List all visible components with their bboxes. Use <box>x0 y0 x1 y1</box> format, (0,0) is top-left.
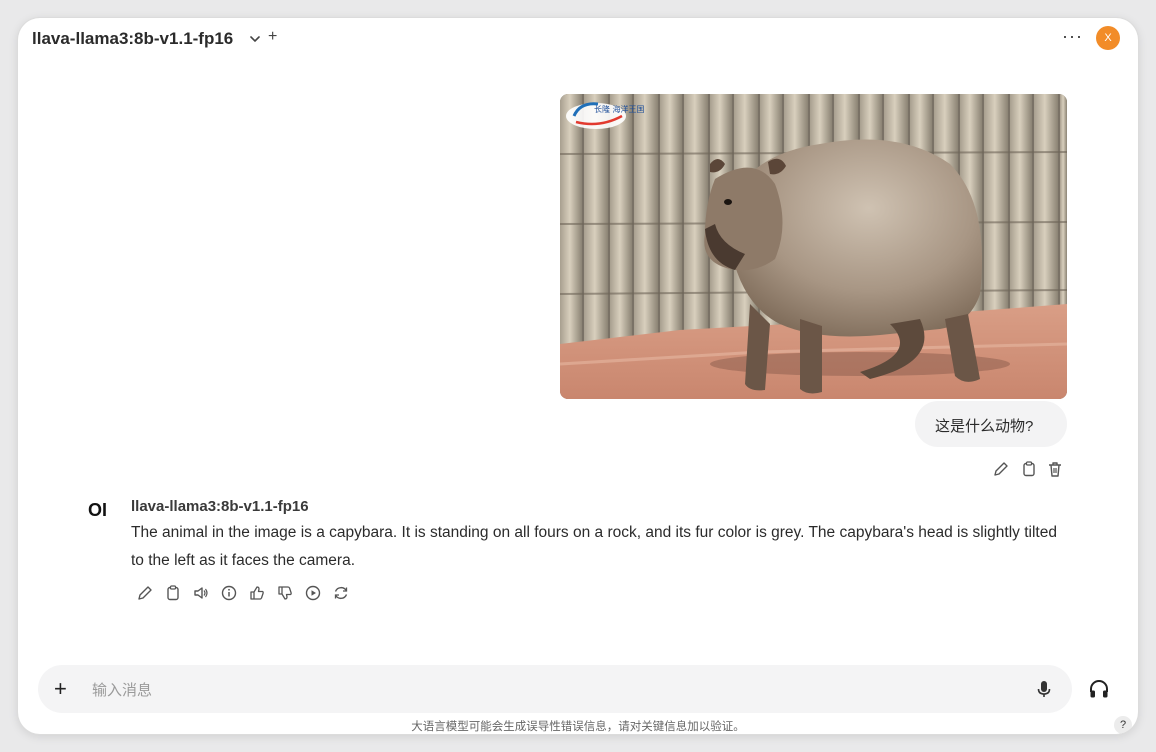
regenerate-icon[interactable] <box>332 584 350 602</box>
pencil-icon[interactable] <box>136 584 154 602</box>
play-icon[interactable] <box>304 584 322 602</box>
headphones-icon[interactable] <box>1088 678 1110 700</box>
chevron-down-icon[interactable] <box>248 32 262 46</box>
message-input[interactable] <box>90 677 974 703</box>
disclaimer-text: 大语言模型可能会生成误导性错误信息，请对关键信息加以验证。 <box>411 721 745 733</box>
capybara-photo: 长隆 海洋王国 <box>560 94 1067 399</box>
thumbs-down-icon[interactable] <box>276 584 294 602</box>
thumbs-up-icon[interactable] <box>248 584 266 602</box>
trash-icon[interactable] <box>1046 460 1064 478</box>
model-selector[interactable]: llava-llama3:8b-v1.1-fp16 <box>32 29 233 49</box>
speaker-icon[interactable] <box>192 584 210 602</box>
uploaded-image[interactable]: 长隆 海洋王国 <box>560 94 1067 399</box>
info-icon[interactable] <box>220 584 238 602</box>
assistant-message-text: The animal in the image is a capybara. I… <box>131 524 1057 569</box>
chat-window: llava-llama3:8b-v1.1-fp16 + ··· X 长隆 海洋王… <box>18 18 1138 734</box>
message-composer: + <box>38 665 1072 713</box>
assistant-logo: OI <box>88 500 108 520</box>
user-avatar[interactable]: X <box>1096 26 1120 50</box>
user-message-bubble: 这是什么动物? <box>915 401 1067 447</box>
clipboard-icon[interactable] <box>1020 460 1038 478</box>
user-message-text: 这是什么动物? <box>935 418 1034 435</box>
pencil-icon[interactable] <box>992 460 1010 478</box>
help-button[interactable]: ? <box>1114 716 1132 734</box>
clipboard-icon[interactable] <box>164 584 182 602</box>
top-bar: llava-llama3:8b-v1.1-fp16 + ··· X <box>18 18 1138 58</box>
attach-button[interactable]: + <box>54 676 67 702</box>
more-options-button[interactable]: ··· <box>1062 26 1083 47</box>
assistant-model-name: llava-llama3:8b-v1.1-fp16 <box>131 498 309 515</box>
add-model-button[interactable]: + <box>268 28 277 46</box>
microphone-icon[interactable] <box>1034 679 1054 699</box>
svg-text:长隆 海洋王国: 长隆 海洋王国 <box>594 104 645 114</box>
